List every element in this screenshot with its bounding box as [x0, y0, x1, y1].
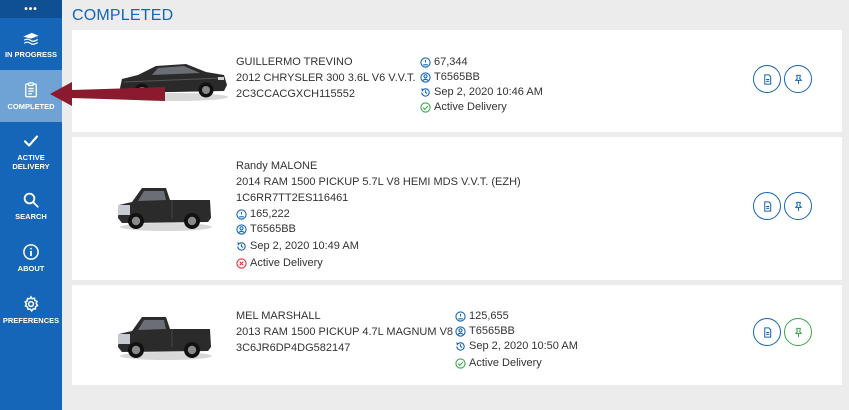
status-row: Active Delivery	[236, 256, 359, 271]
sidebar-item-label-line1: ACTIVE	[17, 152, 45, 162]
sidebar-item-in-progress[interactable]: IN PROGRESS	[0, 18, 62, 70]
user-row: T6565BB	[420, 70, 543, 85]
datetime-row: Sep 2, 2020 10:50 AM	[455, 339, 578, 354]
datetime-row: Sep 2, 2020 10:49 AM	[236, 239, 359, 254]
mileage-row: 67,344	[420, 55, 543, 70]
pin-icon	[794, 327, 802, 337]
history-icon	[456, 342, 465, 351]
datetime: Sep 2, 2020 10:46 AM	[434, 86, 543, 98]
meta-column: 125,655 T6565BB Sep 2, 2020 10:50 AM Act…	[455, 309, 578, 371]
sidebar-item-label: SEARCH	[15, 212, 47, 221]
status-text: Active Delivery	[250, 257, 323, 269]
meta-column: 67,344 T6565BB Sep 2, 2020 10:46 AM Acti…	[420, 55, 543, 115]
user-id: T6565BB	[250, 223, 296, 235]
document-icon	[763, 326, 771, 338]
document-button[interactable]	[753, 65, 781, 93]
status-row: Active Delivery	[420, 100, 543, 115]
pin-button[interactable]	[784, 192, 812, 220]
mileage: 165,222	[250, 208, 290, 220]
user-id: T6565BB	[434, 71, 480, 83]
document-icon	[763, 200, 771, 212]
pin-icon	[794, 201, 802, 211]
menu-dots-icon[interactable]: •••	[0, 0, 62, 18]
main-content: COMPLETED GUILLERMO TREVINO 2012 CHRYSLE…	[62, 0, 849, 410]
vin: 3C6JR6DP4DG582147	[236, 342, 351, 354]
user-icon	[420, 72, 431, 83]
clipboard-icon	[25, 82, 37, 98]
user-id: T6565BB	[469, 325, 515, 337]
user-icon	[455, 326, 466, 337]
user-row: T6565BB	[455, 324, 578, 339]
history-icon	[421, 88, 430, 97]
status-success-icon	[455, 358, 466, 369]
odometer-icon	[420, 57, 431, 68]
odometer-icon	[455, 311, 466, 322]
history-icon	[237, 242, 246, 251]
vehicle-description: 2014 RAM 1500 PICKUP 5.7L V8 HEMI MDS V.…	[236, 176, 521, 188]
vin: 1C6RR7TT2ES116461	[236, 192, 349, 204]
delivery-card[interactable]: GUILLERMO TREVINO 2012 CHRYSLER 300 3.6L…	[72, 30, 842, 132]
customer-name: Randy MALONE	[236, 160, 318, 172]
pickup-truck-image	[118, 188, 212, 231]
status-text: Active Delivery	[469, 357, 542, 369]
mileage: 67,344	[434, 56, 468, 68]
document-button[interactable]	[753, 192, 781, 220]
info-icon	[23, 244, 39, 260]
sidebar: ••• IN PROGRESS COMPLETED ACTIVE DELIVER…	[0, 0, 62, 410]
customer-name: MEL MARSHALL	[236, 310, 321, 322]
vehicle-description: 2013 RAM 1500 PICKUP 4.7L MAGNUM V8	[236, 326, 454, 338]
document-button[interactable]	[753, 318, 781, 346]
status-success-icon	[420, 102, 431, 113]
delivery-card[interactable]: Randy MALONE 2014 RAM 1500 PICKUP 5.7L V…	[72, 137, 842, 280]
datetime: Sep 2, 2020 10:49 AM	[250, 240, 359, 252]
delivery-card[interactable]: MEL MARSHALL 2013 RAM 1500 PICKUP 4.7L M…	[72, 285, 842, 385]
pin-button[interactable]	[784, 318, 812, 346]
checkmark-icon	[23, 134, 39, 147]
vehicle-description: 2012 CHRYSLER 300 3.6L V6 V.V.T.	[236, 72, 416, 84]
sidebar-item-active-delivery[interactable]: ACTIVE DELIVERY	[0, 122, 62, 180]
sidebar-item-preferences[interactable]: PREFERENCES	[0, 284, 62, 336]
sidebar-item-label: ABOUT	[17, 264, 45, 273]
sidebar-item-label: IN PROGRESS	[4, 50, 58, 59]
pin-icon	[794, 74, 802, 84]
status-text: Active Delivery	[434, 101, 507, 113]
customer-name: GUILLERMO TREVINO	[236, 56, 353, 68]
user-icon	[236, 224, 247, 235]
car-ship-icon	[23, 32, 39, 45]
sidebar-item-label: PREFERENCES	[2, 316, 60, 325]
document-icon	[763, 73, 771, 85]
gear-icon	[24, 295, 39, 313]
user-row: T6565BB	[236, 222, 359, 237]
status-error-icon	[236, 258, 247, 269]
pin-button[interactable]	[784, 65, 812, 93]
sidebar-item-label: COMPLETED	[7, 102, 55, 111]
sidebar-item-about[interactable]: ABOUT	[0, 232, 62, 284]
status-row: Active Delivery	[455, 356, 578, 371]
datetime-row: Sep 2, 2020 10:46 AM	[420, 85, 543, 100]
meta-column: 165,222 T6565BB Sep 2, 2020 10:49 AM Act…	[236, 207, 359, 271]
mileage: 125,655	[469, 310, 509, 322]
pickup-truck-image	[118, 317, 212, 360]
search-icon	[23, 192, 39, 208]
vin: 2C3CCACGXCH115552	[236, 88, 356, 100]
page-title: COMPLETED	[72, 7, 174, 24]
odometer-icon	[236, 209, 247, 220]
mileage-row: 165,222	[236, 207, 359, 222]
annotation-arrow-icon	[50, 82, 165, 106]
sidebar-item-label-line2: DELIVERY	[12, 161, 50, 171]
mileage-row: 125,655	[455, 309, 578, 324]
sidebar-item-search[interactable]: SEARCH	[0, 180, 62, 232]
datetime: Sep 2, 2020 10:50 AM	[469, 340, 578, 352]
